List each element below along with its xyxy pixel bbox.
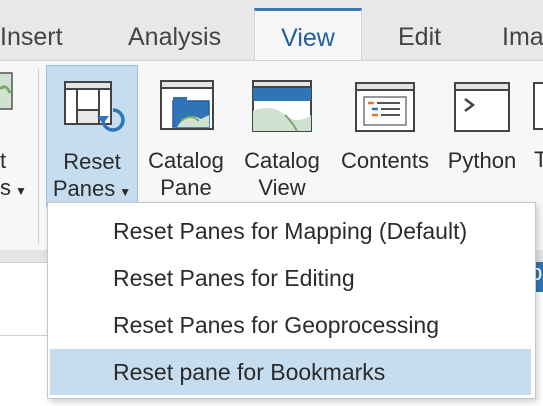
catalog-pane-button[interactable]: Catalog Pane	[142, 65, 230, 207]
python-button[interactable]: Python	[440, 65, 524, 207]
reset-panes-icon	[59, 76, 125, 143]
catalog-pane-line1: Catalog	[148, 148, 224, 173]
tab-imagery[interactable]: Ima	[502, 14, 543, 60]
tab-edit[interactable]: Edit	[398, 14, 441, 60]
catalog-view-label: Catalog View	[236, 147, 328, 201]
catalog-view-button[interactable]: Catalog View	[236, 65, 328, 207]
menu-item-reset-geoprocessing[interactable]: Reset Panes for Geoprocessing	[50, 302, 531, 348]
chevron-down-icon: ▼	[15, 184, 27, 198]
ribbon-tab-bar: Insert Analysis View Edit Ima	[0, 0, 543, 62]
contents-button[interactable]: Contents	[334, 65, 436, 207]
tab-view[interactable]: View	[254, 8, 362, 62]
python-label: Python	[440, 147, 524, 174]
menu-item-reset-editing[interactable]: Reset Panes for Editing	[50, 255, 531, 301]
python-window-icon	[449, 75, 515, 142]
python-line1: Python	[447, 148, 517, 173]
partial-button-label[interactable]: t s ▼	[0, 147, 28, 205]
tab-analysis[interactable]: Analysis	[128, 14, 221, 60]
menu-item-reset-mapping[interactable]: Reset Panes for Mapping (Default)	[50, 208, 531, 254]
reset-panes-button[interactable]: Reset Panes ▼	[46, 65, 138, 207]
menu-item-reset-bookmarks[interactable]: Reset pane for Bookmarks	[50, 349, 531, 395]
catalog-view-icon	[249, 75, 315, 142]
reset-panes-line1: Reset	[63, 149, 121, 174]
catalog-view-line1: Catalog	[244, 148, 320, 173]
partial-window-icon	[533, 82, 543, 130]
chevron-down-icon: ▼	[119, 185, 132, 199]
catalog-pane-line2: Pane	[160, 175, 212, 200]
catalog-pane-icon	[153, 75, 219, 142]
contents-label: Contents	[334, 147, 436, 174]
group-separator	[38, 69, 39, 244]
reset-panes-label: Reset Panes ▼	[47, 148, 137, 206]
partial-map-icon[interactable]	[0, 69, 16, 115]
partial-right-button[interactable]: T	[530, 75, 543, 205]
catalog-pane-label: Catalog Pane	[142, 147, 230, 201]
reset-panes-dropdown-menu: Reset Panes for Mapping (Default) Reset …	[47, 202, 536, 399]
contents-line1: Contents	[340, 148, 430, 173]
catalog-view-line2: View	[258, 175, 306, 200]
partial-right-label: T	[534, 147, 543, 172]
partial-label-line1: t	[0, 148, 7, 173]
contents-icon	[352, 75, 418, 142]
partial-label-line2: s ▼	[0, 175, 27, 200]
tab-insert[interactable]: Insert	[0, 14, 63, 60]
